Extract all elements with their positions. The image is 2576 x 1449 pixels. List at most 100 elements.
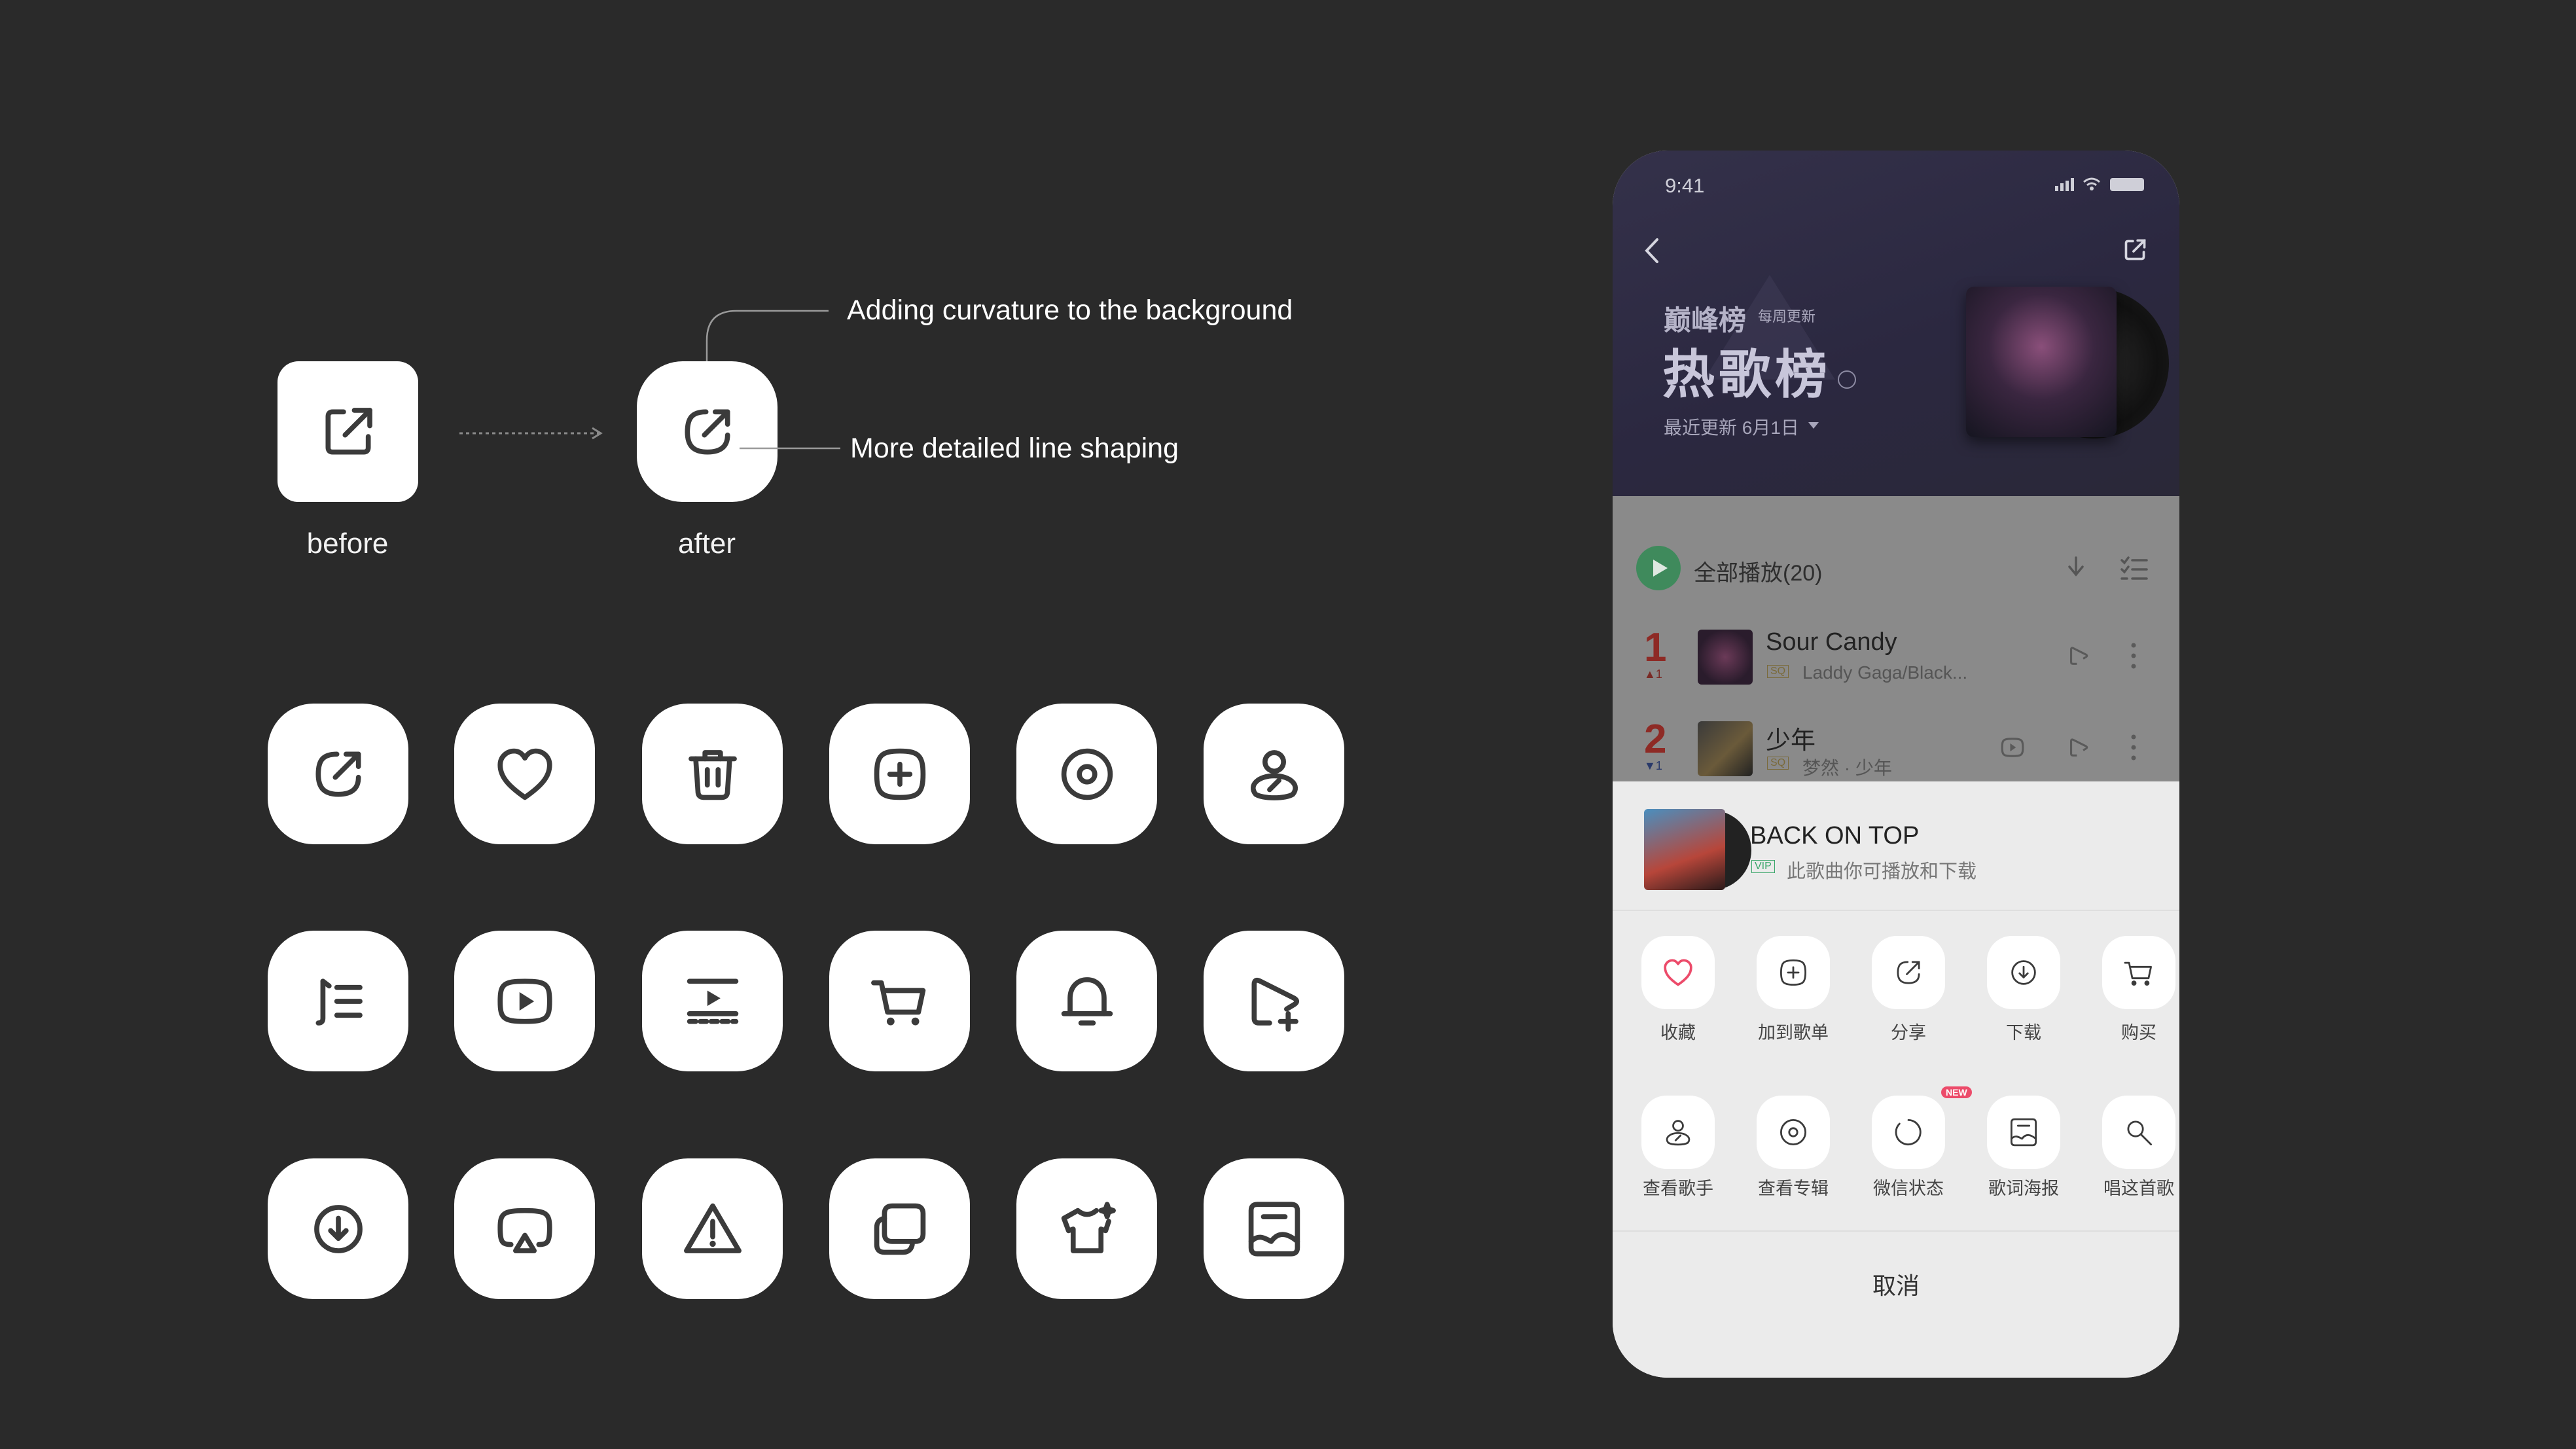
- grid-tile-trash: [642, 704, 783, 844]
- wechat-status-label: 微信状态: [1873, 1179, 1944, 1198]
- vip-badge: VIP: [1751, 860, 1775, 873]
- grid-tile-playlist: [268, 931, 408, 1071]
- add-to-playlist-icon[interactable]: [2064, 641, 2093, 670]
- add-square-icon: [874, 748, 925, 800]
- buy-label: 购买: [2121, 1023, 2156, 1043]
- chart-header: 9:41 巅峰榜 每周更新 热歌榜 最近更新 6月1日: [1613, 151, 2179, 496]
- cart-icon: [870, 980, 925, 1026]
- download-icon: [313, 1204, 363, 1253]
- copy-icon: [874, 1203, 925, 1255]
- last-update[interactable]: 最近更新 6月1日: [1664, 414, 1799, 440]
- status-ring-icon: [1895, 1119, 1922, 1145]
- download-icon[interactable]: [2060, 552, 2092, 584]
- poster-icon: [2011, 1118, 2037, 1147]
- grid-tile-heart: [454, 704, 595, 844]
- share-icon: [325, 407, 372, 455]
- grid-tile-add-playlist: [1204, 931, 1344, 1071]
- song-cover-1[interactable]: [1698, 630, 1753, 685]
- grid-tile-bell: [1016, 931, 1157, 1071]
- song-title-1[interactable]: Sour Candy: [1766, 628, 1897, 656]
- share-icon: [315, 751, 361, 797]
- view-album-button[interactable]: [1757, 1096, 1830, 1169]
- grid-tile-poster: [1204, 1158, 1344, 1299]
- multi-select-icon[interactable]: [2119, 554, 2149, 582]
- info-icon[interactable]: [1838, 370, 1856, 389]
- grid-tile-tshirt: [1016, 1158, 1157, 1299]
- sheet-song-title: BACK ON TOP: [1750, 822, 1920, 850]
- video-play-icon[interactable]: [1996, 733, 2029, 762]
- playlist-icon: [315, 978, 363, 1026]
- album-cover[interactable]: [1966, 287, 2117, 437]
- view-album-label: 查看专辑: [1758, 1179, 1829, 1198]
- rank-2: 2: [1644, 717, 1667, 762]
- video-play-icon: [497, 978, 552, 1024]
- back-icon[interactable]: [1639, 234, 1665, 267]
- cart-icon: [2124, 961, 2152, 986]
- play-icon: [1653, 560, 1668, 577]
- song-cover-2[interactable]: [1698, 721, 1753, 776]
- grid-tile-add: [829, 704, 970, 844]
- share-label: 分享: [1891, 1023, 1926, 1043]
- sheet-album-cover: [1644, 809, 1725, 890]
- quality-badge-1: SQ: [1767, 665, 1789, 678]
- arrow-connector: [459, 427, 603, 440]
- heart-icon: [497, 748, 552, 800]
- song-title-2[interactable]: 少年: [1766, 720, 1816, 756]
- view-artist-button[interactable]: [1641, 1096, 1715, 1169]
- more-icon[interactable]: [2130, 641, 2138, 670]
- update-frequency: 每周更新: [1758, 308, 1816, 325]
- trash-icon: [688, 749, 737, 800]
- before-icon-tile: [277, 361, 418, 502]
- download-icon: [2011, 960, 2036, 985]
- sing-label: 唱这首歌: [2103, 1179, 2174, 1198]
- song-list-dimmed: 全部播放(20) 1 ▲1 Sour Candy SQ Laddy Gaga/B…: [1613, 496, 2179, 781]
- trend-1: ▲1: [1644, 668, 1662, 681]
- add-to-playlist-button[interactable]: [1757, 936, 1830, 1009]
- cancel-divider: [1613, 1230, 2179, 1232]
- download-label: 下载: [2006, 1023, 2041, 1043]
- view-artist-label: 查看歌手: [1643, 1179, 1713, 1198]
- grid-tile-artist: [1204, 704, 1344, 844]
- grid-tile-warning: [642, 1158, 783, 1299]
- before-label: before: [306, 528, 389, 560]
- sing-button[interactable]: [2102, 1096, 2175, 1169]
- collect-button[interactable]: [1641, 936, 1715, 1009]
- rank-1: 1: [1644, 625, 1667, 670]
- status-icons: [2055, 177, 2144, 191]
- share-icon: [1897, 961, 1920, 984]
- share-button[interactable]: [1872, 936, 1945, 1009]
- song-artist-1: Laddy Gaga/Black...: [1802, 662, 1968, 683]
- collect-label: 收藏: [1660, 1023, 1696, 1043]
- add-to-playlist-icon[interactable]: [2064, 733, 2093, 762]
- chart-title: 热歌榜: [1662, 346, 1831, 404]
- add-to-playlist-label: 加到歌单: [1758, 1023, 1829, 1043]
- mic-icon: [2127, 1120, 2152, 1145]
- cancel-button[interactable]: 取消: [1613, 1267, 2179, 1301]
- sheet-song-note: 此歌曲你可播放和下载: [1787, 861, 1977, 882]
- new-badge: NEW: [1941, 1086, 1972, 1098]
- share-icon[interactable]: [2118, 233, 2152, 267]
- disc-icon: [1780, 1119, 1806, 1145]
- artist-icon: [1250, 749, 1298, 800]
- disc-icon: [1061, 748, 1113, 800]
- chevron-down-icon[interactable]: [1806, 419, 1821, 432]
- warning-icon: [683, 1203, 742, 1253]
- annotation-line-shaping: More detailed line shaping: [850, 433, 1179, 464]
- quality-badge-2: SQ: [1767, 757, 1789, 770]
- lyric-poster-button[interactable]: [1987, 1096, 2060, 1169]
- song-artist-2: 梦然 · 少年: [1802, 758, 1892, 778]
- heart-icon: [1664, 959, 1692, 986]
- wechat-status-button[interactable]: [1872, 1096, 1945, 1169]
- play-all-label[interactable]: 全部播放(20): [1694, 555, 1822, 587]
- annotation-lines: [706, 310, 840, 450]
- grid-tile-copy: [829, 1158, 970, 1299]
- download-button[interactable]: [1987, 936, 2060, 1009]
- add-to-playlist-icon: [1251, 977, 1299, 1031]
- more-icon[interactable]: [2130, 733, 2138, 762]
- add-square-icon: [1780, 959, 1806, 986]
- after-label: after: [677, 528, 736, 560]
- buy-button[interactable]: [2102, 936, 2175, 1009]
- lyric-poster-label: 歌词海报: [1988, 1179, 2059, 1198]
- grid-tile-airplay: [454, 1158, 595, 1299]
- status-time: 9:41: [1665, 174, 1705, 197]
